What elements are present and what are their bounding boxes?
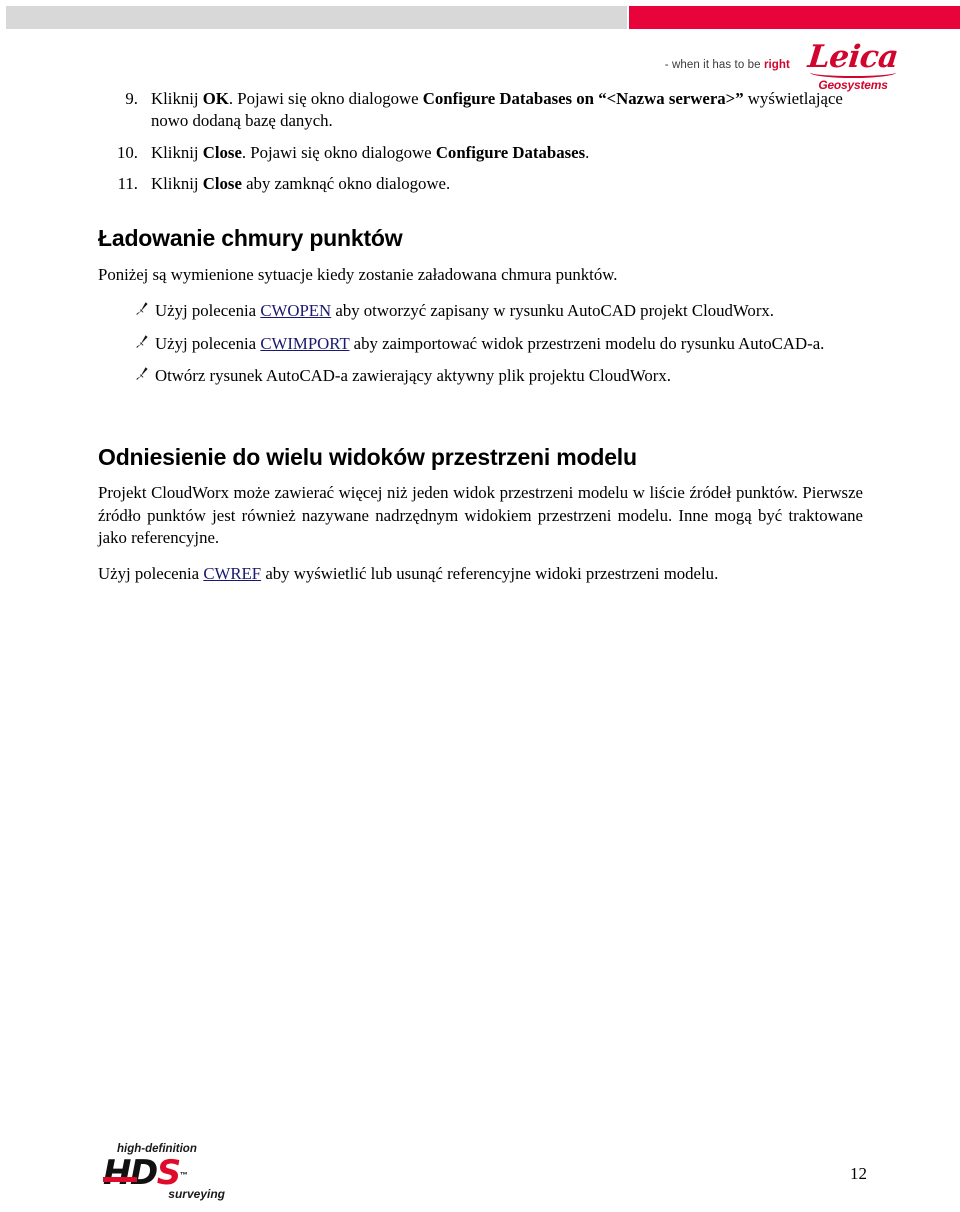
bullet-item: Otwórz rysunek AutoCAD-a zawierający akt… <box>98 365 863 388</box>
brand-tagline-accent: right <box>763 59 790 71</box>
text-run: Użyj polecenia <box>155 301 261 321</box>
command-link[interactable]: CWREF <box>203 564 261 583</box>
text-run: aby zaimportować widok przestrzeni model… <box>349 333 825 353</box>
step-text: Kliknij Close. Pojawi się okno dialogowe… <box>151 143 589 162</box>
section1-lead-paragraph: Poniżej są wymienione sytuacje kiedy zos… <box>98 264 618 284</box>
step-number: 9. <box>125 89 138 108</box>
page-footer: high-definition HDS™ surveying 12 <box>0 1138 960 1212</box>
step-number: 11. <box>117 173 138 193</box>
section-heading-odniesienie: Odniesienie do wielu widoków przestrzeni… <box>98 443 637 470</box>
text-run: Użyj polecenia <box>98 563 204 583</box>
bullet-text: Użyj polecenia CWOPEN aby otworzyć zapis… <box>155 301 774 320</box>
header-gray-bar <box>6 6 627 29</box>
text-run: Użyj polecenia <box>155 333 261 353</box>
pen-bullet-icon <box>136 366 150 382</box>
hds-trademark-symbol: ™ <box>179 1170 188 1180</box>
text-run: . <box>585 142 590 162</box>
bullet-text: Użyj polecenia CWIMPORT aby zaimportować… <box>155 334 824 353</box>
emphasis-text: Configure Databases <box>435 142 586 162</box>
bullet-item: Użyj polecenia CWOPEN aby otworzyć zapis… <box>98 300 863 323</box>
pen-bullet-icon <box>136 334 150 350</box>
hds-letter: S <box>156 1152 182 1193</box>
brand-tagline-prefix: - when it has to be <box>664 59 764 71</box>
brand-tagline: - when it has to be right <box>665 59 790 71</box>
page-number: 12 <box>850 1164 867 1183</box>
header-red-bar <box>629 6 960 29</box>
step-text: Kliknij Close aby zamknąć okno dialogowe… <box>151 174 450 193</box>
command-link[interactable]: CWIMPORT <box>260 334 349 353</box>
hds-red-dash-icon <box>103 1176 137 1182</box>
section2-paragraph: Projekt CloudWorx może zawierać więcej n… <box>98 483 863 548</box>
text-run: Kliknij <box>151 89 203 108</box>
emphasis-text: Close <box>202 142 242 162</box>
text-run: . Pojawi się okno dialogowe <box>241 142 436 162</box>
numbered-steps-list: 9. Kliknij OK. Pojawi się okno dialogowe … <box>98 88 863 195</box>
numbered-step: 9. Kliknij OK. Pojawi się okno dialogowe … <box>98 88 863 133</box>
step-number: 10. <box>117 142 138 162</box>
hds-letter: D <box>129 1152 158 1193</box>
emphasis-text: OK <box>202 89 229 108</box>
emphasis-text: Configure Databases on “<Nazwa serwera>” <box>422 89 744 108</box>
text-run: aby zamknąć okno dialogowe. <box>241 173 451 193</box>
step-text: Kliknij OK. Pojawi się okno dialogowe Co… <box>151 89 843 130</box>
hds-surveying-logo: high-definition HDS™ surveying <box>103 1143 241 1210</box>
section2-closing-paragraph: Użyj polecenia CWREF aby wyświetlić lub … <box>98 563 863 586</box>
hds-letter: H <box>103 1152 131 1193</box>
section1-bullet-list: Użyj polecenia CWOPEN aby otworzyć zapis… <box>98 300 863 388</box>
section-heading-ladowanie: Ładowanie chmury punktów <box>98 225 403 252</box>
bullet-item: Użyj polecenia CWIMPORT aby zaimportować… <box>98 333 863 356</box>
text-run: Otwórz rysunek AutoCAD-a zawierający akt… <box>155 366 671 386</box>
numbered-step: 11. Kliknij Close aby zamknąć okno dialog… <box>98 173 863 195</box>
hds-logo-letters: HDS <box>103 1156 181 1190</box>
leica-wordmark: Leica <box>806 39 900 75</box>
pen-bullet-icon <box>136 301 150 317</box>
text-run: aby wyświetlić lub usunąć referencyjne w… <box>261 563 719 583</box>
text-run: . Pojawi się okno dialogowe <box>228 89 423 108</box>
page-header-bars <box>0 6 960 29</box>
text-run: aby otworzyć zapisany w rysunku AutoCAD … <box>331 301 774 321</box>
hds-logo-letters-row: HDS™ <box>103 1156 241 1190</box>
leica-geosystems-logo: Leica Geosystems <box>804 39 902 91</box>
bullet-text: Otwórz rysunek AutoCAD-a zawierający akt… <box>155 366 671 385</box>
text-run: Kliknij <box>151 173 203 193</box>
numbered-step: 10. Kliknij Close. Pojawi się okno dialog… <box>98 142 863 164</box>
document-body: 9. Kliknij OK. Pojawi się okno dialogowe … <box>98 88 863 594</box>
text-run: Kliknij <box>151 142 203 162</box>
command-link[interactable]: CWOPEN <box>260 301 331 320</box>
brand-zone: - when it has to be right Leica Geosyste… <box>665 39 902 91</box>
emphasis-text: Close <box>202 173 242 193</box>
